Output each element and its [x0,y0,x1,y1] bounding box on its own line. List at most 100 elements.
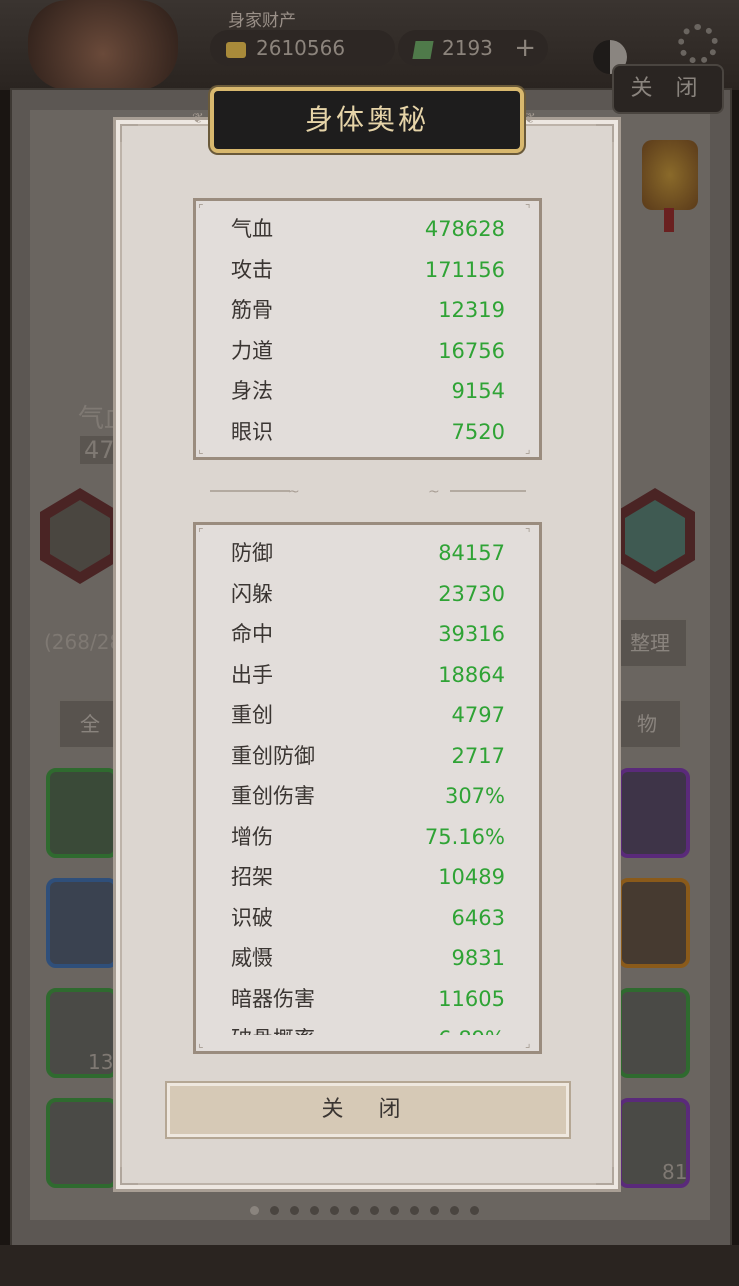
page-indicator [250,1200,490,1215]
stat-name: 筋骨 [231,298,273,322]
close-button[interactable]: 关 闭 [165,1081,571,1139]
stat-name: 力道 [231,338,273,363]
stat-value: 84157 [438,541,505,565]
coin-icon [226,41,246,58]
page-dot[interactable] [250,1206,259,1215]
coin-counter: 2610566 [210,30,395,66]
modal-title: 身体奥秘 [304,103,429,136]
stat-row: 防御 84157 [231,533,505,573]
page-dot[interactable] [430,1206,439,1215]
stat-row: 破骨概率 6.89% [231,1019,505,1035]
corner-ornament-icon: ⌝ [525,202,531,216]
emblem-icon[interactable] [642,140,698,210]
secondary-stats-list[interactable]: ⌜ ⌝ ⌞ ⌟ 防御 84157 闪躲 23730 命中 39316 出手 18864 重创 47… [193,522,542,1054]
stat-value: 18864 [438,662,505,687]
stat-value: 75.16% [424,824,505,849]
gear-icon[interactable] [678,24,718,64]
player-portrait[interactable] [28,0,178,90]
stat-row: 攻击 171156 [231,250,505,290]
stat-row: 重创伤害 307% [231,776,505,816]
stat-name: 威慑 [231,946,273,970]
stat-name: 眼识 [231,419,273,444]
stat-value: 9831 [451,946,505,970]
item-count: 81 [662,1160,688,1184]
corner-ornament-icon: ⌜ [198,202,204,216]
stat-name: 攻击 [231,257,273,282]
stat-name: 出手 [231,662,273,687]
stat-name: 重创防御 [231,743,315,768]
stat-name: 增伤 [231,824,273,849]
item-slot[interactable]: 13 [46,988,118,1078]
modal-title-plate: 身体奥秘 [210,87,524,153]
stat-name: 重创 [231,703,273,727]
page-dot[interactable] [270,1206,279,1215]
capacity-text: (268/28 [44,630,123,654]
item-slot[interactable] [46,1098,118,1188]
filter-item-tab[interactable]: 物 [612,699,682,749]
item-slot[interactable] [46,768,118,858]
primary-stats-box: ⌜ ⌝ ⌞ ⌟ 气血 478628 攻击 171156 筋骨 12319 力道 16756 身法… [193,198,542,460]
corner-ornament-icon: ⌝ [525,526,531,540]
page-dot[interactable] [370,1206,379,1215]
sort-button[interactable]: 整理 [612,618,688,668]
jade-value: 2193 [442,36,493,60]
page-dot[interactable] [390,1206,399,1215]
stat-name: 身法 [231,379,273,403]
stat-row: 招架 10489 [231,857,505,897]
wealth-label: 身家财产 [228,11,296,31]
page-dot[interactable] [310,1206,319,1215]
stat-row: 筋骨 12319 [231,290,505,330]
stat-value: 4797 [451,703,505,727]
stat-row: 身法 9154 [231,371,505,411]
stat-name: 招架 [231,865,273,889]
page-dot[interactable] [450,1206,459,1215]
divider-curl-icon: ~ [288,484,300,500]
stat-value: 10489 [438,865,505,889]
stat-value: 6463 [451,905,505,930]
item-slot[interactable] [618,878,690,968]
coin-value: 2610566 [256,36,346,60]
stat-row: 重创防御 2717 [231,736,505,776]
stat-value: 6.89% [438,1019,505,1035]
stat-value: 9154 [451,379,505,403]
stat-row: 出手 18864 [231,655,505,695]
section-divider [450,490,526,492]
panel-close-button[interactable]: 关 闭 [612,64,724,114]
corner-ornament-icon: ⌟ [525,1036,531,1050]
stat-value: 478628 [424,217,505,241]
stat-name: 气血 [231,217,273,241]
stat-name: 防御 [231,541,273,565]
item-slot[interactable] [618,988,690,1078]
stat-value: 16756 [438,338,505,363]
bottom-nav [0,1245,739,1286]
page-dot[interactable] [330,1206,339,1215]
page-dot[interactable] [410,1206,419,1215]
stat-value: 2717 [451,743,505,768]
corner-ornament-icon: ⌜ [198,526,204,540]
page-dot[interactable] [290,1206,299,1215]
stat-row: 眼识 7520 [231,412,505,452]
stat-row: 闪躲 23730 [231,574,505,614]
item-slot[interactable]: 81 [618,1098,690,1188]
corner-ornament-icon: ⌟ [525,442,531,456]
stat-name: 重创伤害 [231,784,315,808]
page-dot[interactable] [470,1206,479,1215]
stat-row: 增伤 75.16% [231,817,505,857]
stat-row: 暗器伤害 11605 [231,979,505,1019]
corner-ornament [596,124,614,142]
page-dot[interactable] [350,1206,359,1215]
corner-ornament [120,124,138,142]
divider-curl-icon: ~ [428,484,440,500]
item-slot[interactable] [618,768,690,858]
title-flourish-left-icon: ❦ [192,111,204,127]
item-slot[interactable] [46,878,118,968]
stat-row: 识破 6463 [231,898,505,938]
corner-ornament-icon: ⌞ [198,1036,204,1050]
jade-icon [412,40,434,59]
add-currency-icon[interactable]: + [514,30,536,66]
jade-counter: 2193 + [398,30,548,66]
corner-ornament-icon: ⌞ [198,442,204,456]
title-flourish-right-icon: ❦ [524,111,536,127]
stat-name: 暗器伤害 [231,986,315,1011]
emblem-tassel [664,208,674,232]
